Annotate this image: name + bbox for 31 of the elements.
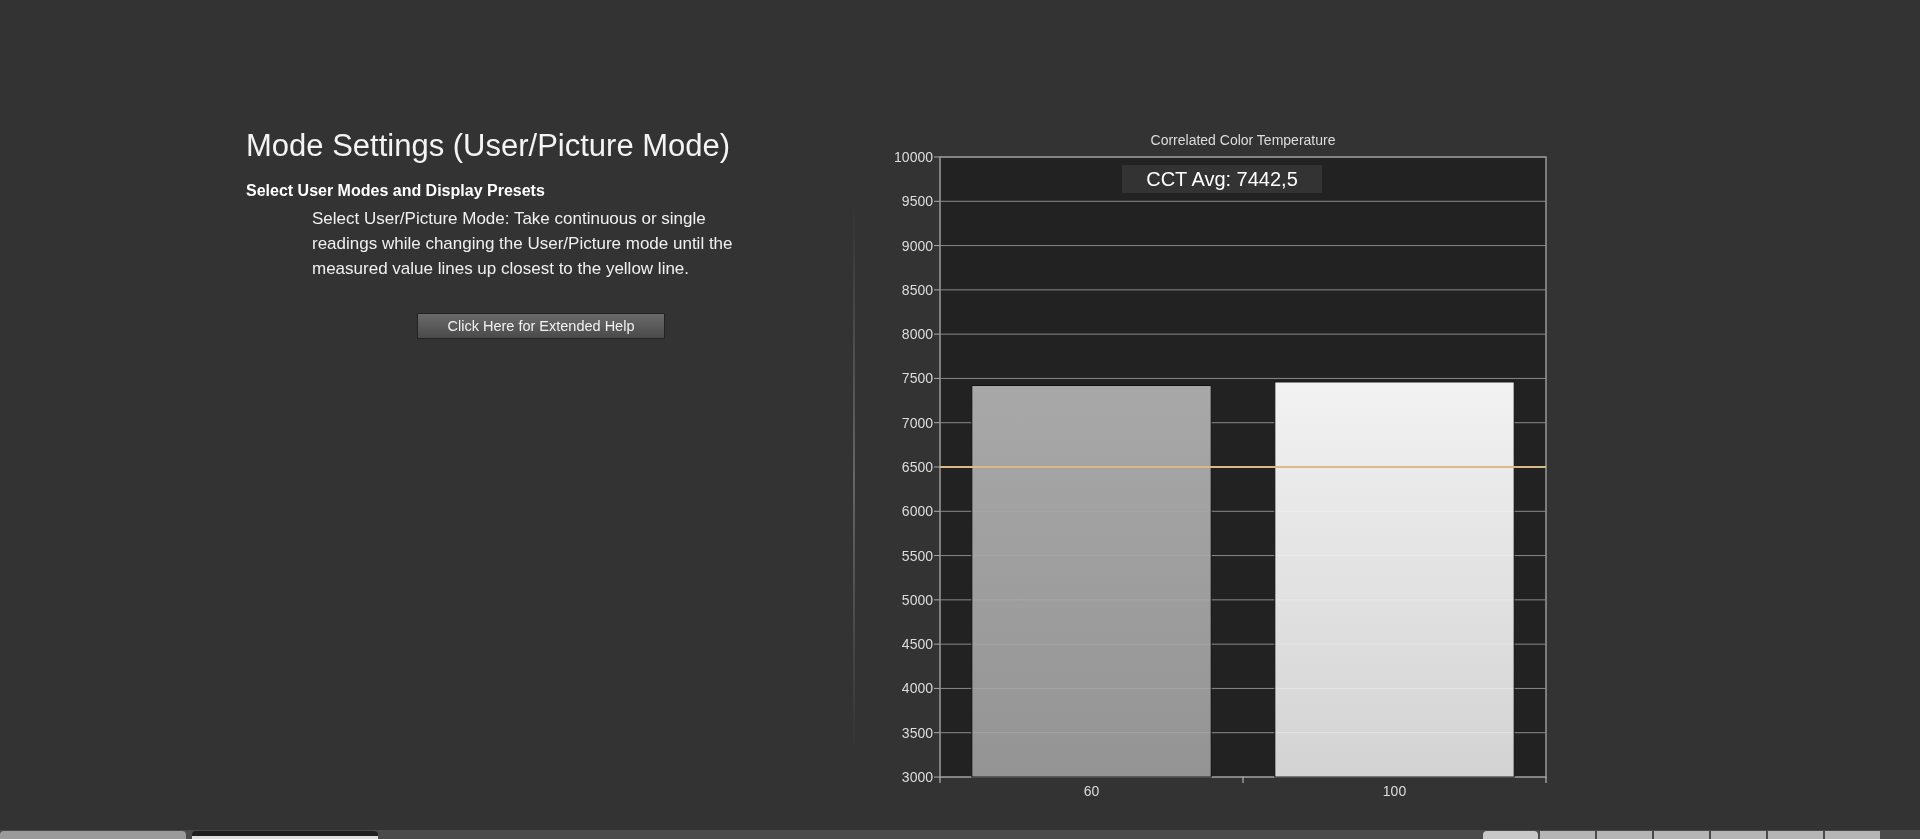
- extended-help-button[interactable]: Click Here for Extended Help: [417, 313, 665, 339]
- average-readout: CCT Avg: 7442,5: [1122, 165, 1322, 193]
- toolbar-button[interactable]: [1483, 831, 1538, 839]
- chart-title: Correlated Color Temperature: [1150, 132, 1336, 148]
- y-axis-label: 3500: [901, 724, 933, 741]
- y-axis-label: 3000: [901, 769, 933, 785]
- y-axis-label: 4500: [901, 636, 933, 653]
- instructions-text: Select User/Picture Mode: Take continuous or single readings while changing the User/Picture mode until the measured value lines up closest to the yellow line.: [312, 208, 734, 280]
- y-axis-label: 5500: [901, 547, 933, 564]
- page-title: Mode Settings (User/Picture Mode): [246, 128, 731, 164]
- y-axis-label: 4000: [901, 680, 933, 697]
- toolbar-button[interactable]: [1597, 831, 1652, 839]
- y-axis-label: 8500: [901, 281, 933, 298]
- y-axis-label: 6000: [901, 503, 933, 520]
- toolbar-button[interactable]: [1654, 831, 1709, 839]
- y-axis-label: 10000: [894, 149, 933, 165]
- tab[interactable]: [192, 831, 378, 839]
- y-axis-label: 9500: [901, 193, 933, 210]
- section-heading: Select User Modes and Display Presets: [246, 182, 545, 200]
- x-axis-label: 60: [1083, 783, 1100, 799]
- toolbar-button[interactable]: [1825, 831, 1880, 839]
- toolbar-button[interactable]: [1711, 831, 1766, 839]
- toolbar-button[interactable]: [1768, 831, 1823, 839]
- y-axis-label: 9000: [901, 237, 933, 254]
- y-axis-label: 5000: [901, 591, 933, 608]
- y-axis-label: 7000: [901, 414, 933, 431]
- y-axis-label: 8000: [901, 326, 933, 343]
- toolbar-button[interactable]: [1540, 831, 1595, 839]
- y-axis-label: 7500: [901, 370, 933, 387]
- y-axis-label: 6500: [901, 459, 933, 475]
- x-axis-label: 100: [1382, 783, 1407, 799]
